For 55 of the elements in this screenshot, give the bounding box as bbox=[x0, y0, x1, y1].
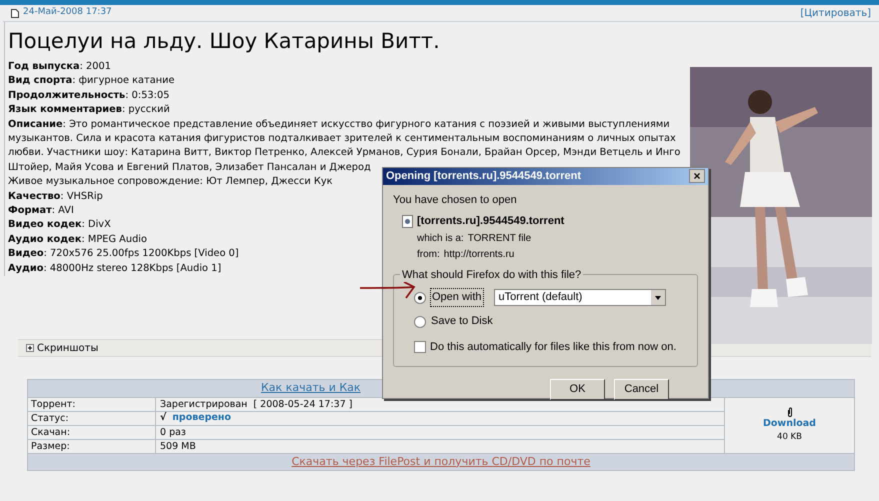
table-cell-text: Зарегистрирован [ 2008-05-24 17:37 ] bbox=[159, 398, 352, 412]
radio-button[interactable] bbox=[414, 292, 426, 304]
field-line: Аудио кодек: MPEG Audio bbox=[8, 232, 148, 247]
field-line: Формат: AVI bbox=[8, 204, 74, 218]
table-cell-text: 0 раз bbox=[159, 426, 186, 440]
dialog-button[interactable]: Cancel bbox=[614, 378, 669, 400]
file-size: 40 KB bbox=[777, 431, 802, 444]
radio-label: Open with bbox=[430, 288, 484, 307]
detail-label: from: bbox=[417, 248, 440, 262]
field-line: Описание: Это романтическое представление объединяет искусство фигурного катания с поэзией и живыми выступлениями bbox=[8, 118, 670, 132]
close-button[interactable]: × bbox=[689, 169, 705, 184]
field-line: Живое музыкальное сопровождение: Ют Лемпер, Джесси Кук bbox=[8, 175, 333, 190]
post-title: Поцелуи на льду. Шоу Катарины Витт. bbox=[8, 28, 441, 54]
quote-link[interactable]: [Цитировать] bbox=[800, 6, 871, 20]
intro-text: You have chosen to open bbox=[393, 192, 518, 208]
table-cell: Статус: bbox=[28, 412, 156, 426]
field-line: Видео: 720x576 25.00fps 1200Kbps [Video 0] bbox=[8, 247, 239, 262]
expand-icon[interactable] bbox=[26, 344, 34, 352]
help-link[interactable]: Как качать и Как bbox=[261, 380, 361, 397]
checkbox[interactable] bbox=[414, 340, 426, 353]
field-line: Язык комментариев: русский bbox=[8, 103, 170, 118]
filepost-link[interactable]: Скачать через FilePost и получить CD/DVD по почте bbox=[292, 454, 590, 470]
window-title: Opening [torrents.ru].9544549.torrent bbox=[386, 169, 581, 184]
field-line: Вид спорта: фигурное катание bbox=[8, 74, 175, 88]
table-cell: Скачан: bbox=[28, 426, 156, 440]
post-date-link[interactable]: 24-Май-2008 17:37 bbox=[23, 6, 112, 20]
table-cell-text: 509 MB bbox=[159, 440, 196, 454]
detail-value: http://torrents.ru bbox=[444, 248, 514, 262]
field-line: Год выпуска: 2001 bbox=[8, 60, 111, 74]
download-link[interactable]: Download bbox=[763, 417, 816, 432]
arrow-drawing bbox=[360, 282, 416, 300]
spoiler-label: Скриншоты bbox=[37, 342, 98, 356]
field-line: музыкантов. Сила и красота катания фигуристов подталкивает зрителей к сентиментальным воспоминаниям о личных опытах bbox=[8, 132, 676, 146]
radio-button[interactable] bbox=[414, 316, 426, 328]
table-cell: Размер: bbox=[28, 440, 156, 454]
check-mark: √ bbox=[160, 411, 166, 426]
file-icon bbox=[402, 214, 413, 228]
table-cell: Торрент: bbox=[28, 398, 156, 412]
detail-value: TORRENT file bbox=[468, 232, 532, 246]
file-name: [torrents.ru].9544549.torrent bbox=[417, 214, 564, 229]
field-line: Аудио: 48000Hz stereo 128Kbps [Audio 1] bbox=[8, 262, 222, 276]
field-line: Видео кодек: DivX bbox=[8, 218, 111, 232]
field-line: любви. Участники шоу: Катарина Витт, Виктор Петренко, Алексей Урманов, Сурия Бонали, Брайан Орсер, Мэнди Ветцель и Инго bbox=[8, 146, 680, 160]
detail-label: which is a: bbox=[417, 232, 464, 246]
post-icon bbox=[11, 8, 19, 18]
paperclip-icon bbox=[786, 407, 792, 418]
app-dropdown[interactable]: uTorrent (default) bbox=[494, 289, 666, 306]
field-line: Качество: VHSRip bbox=[8, 190, 103, 204]
checkbox-label: Do this automatically for files like this from now on. bbox=[430, 340, 676, 354]
dialog-button[interactable]: OK bbox=[550, 378, 605, 400]
field-line: Продолжительность: 0:53:05 bbox=[8, 88, 170, 103]
field-line: Штойер, Майя Усова и Евгений Платов, Элизабет Пансалан и Джерод bbox=[8, 160, 371, 175]
caret-icon bbox=[650, 290, 665, 305]
status-value: проверено bbox=[172, 411, 232, 426]
radio-label: Save to Disk bbox=[430, 314, 494, 330]
